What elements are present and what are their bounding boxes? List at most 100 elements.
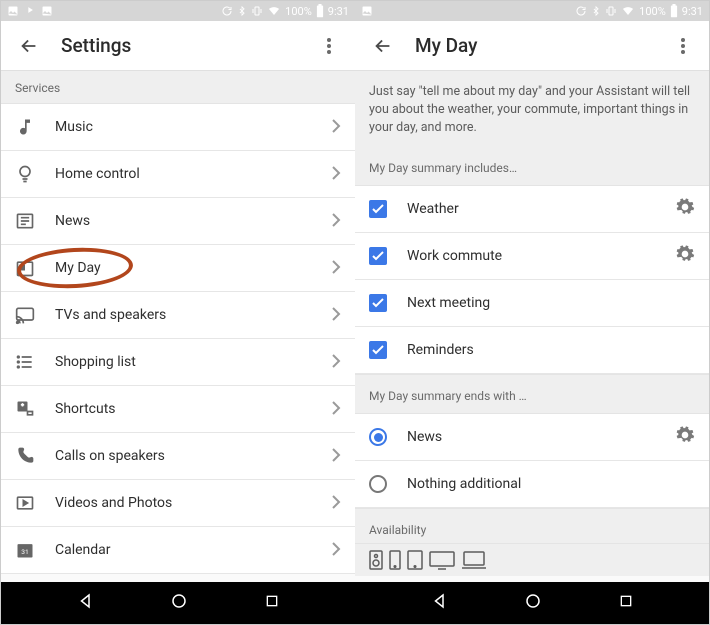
status-bar: 100% 9:31 <box>1 1 355 21</box>
today-icon <box>15 258 35 278</box>
check-reminders[interactable]: Reminders <box>355 327 709 374</box>
nav-back[interactable] <box>431 592 449 614</box>
shortcut-icon <box>15 399 35 419</box>
nav-bar <box>1 582 355 624</box>
row-calls-speakers[interactable]: Calls on speakers <box>1 433 355 480</box>
settings-gear[interactable] <box>675 425 695 449</box>
check-label: Weather <box>407 201 675 217</box>
back-button[interactable] <box>369 32 397 60</box>
row-label: Calls on speakers <box>55 448 331 464</box>
dots-vertical-icon <box>681 38 685 54</box>
battery-icon <box>670 4 678 18</box>
row-news[interactable]: News <box>1 198 355 245</box>
radio-label: Nothing additional <box>407 476 695 492</box>
calendar-icon: 31 <box>15 540 35 560</box>
phone-icon <box>15 446 35 466</box>
chevron-right-icon <box>331 354 341 368</box>
chevron-right-icon <box>331 401 341 415</box>
back-arrow-icon <box>372 35 394 57</box>
row-videos-photos[interactable]: Videos and Photos <box>1 480 355 527</box>
speaker-icon <box>369 550 383 570</box>
tablet-icon <box>407 550 423 570</box>
chevron-right-icon <box>331 307 341 321</box>
square-recent-icon <box>264 593 280 609</box>
list-icon <box>15 352 35 372</box>
check-next-meeting[interactable]: Next meeting <box>355 280 709 327</box>
vibrate-icon <box>605 5 617 17</box>
row-label: Shopping list <box>55 354 331 370</box>
row-tvs-speakers[interactable]: TVs and speakers <box>1 292 355 339</box>
wifi-icon <box>621 5 635 17</box>
nav-home[interactable] <box>170 592 188 614</box>
row-label: News <box>55 213 331 229</box>
nav-home[interactable] <box>524 592 542 614</box>
row-my-day[interactable]: My Day <box>1 245 355 292</box>
checkbox-icon[interactable] <box>369 294 387 312</box>
tv-icon <box>429 550 455 570</box>
row-label: TVs and speakers <box>55 307 331 323</box>
triangle-back-icon <box>431 592 449 610</box>
settings-gear[interactable] <box>675 197 695 221</box>
back-button[interactable] <box>15 32 43 60</box>
chevron-right-icon <box>331 166 341 180</box>
overflow-button[interactable] <box>671 34 695 58</box>
nav-recent[interactable] <box>264 593 280 613</box>
refresh-icon <box>221 5 233 17</box>
gear-icon <box>675 197 695 217</box>
radio-icon[interactable] <box>369 475 387 493</box>
chevron-right-icon <box>331 448 341 462</box>
gear-icon <box>675 244 695 264</box>
dots-vertical-icon <box>327 38 331 54</box>
row-music[interactable]: Music <box>1 104 355 151</box>
video-icon <box>15 493 35 513</box>
battery-icon <box>316 4 324 18</box>
news-icon <box>15 211 35 231</box>
settings-gear[interactable] <box>675 244 695 268</box>
gear-icon <box>675 425 695 445</box>
ends-header: My Day summary ends with … <box>355 374 709 414</box>
nav-bar <box>355 582 709 624</box>
checkbox-icon[interactable] <box>369 200 387 218</box>
row-label: Shortcuts <box>55 401 331 417</box>
chevron-right-icon <box>331 213 341 227</box>
play-icon <box>25 5 35 15</box>
section-header-services: Services <box>1 71 355 104</box>
battery-pct: 100% <box>639 5 666 18</box>
circle-home-icon <box>524 592 542 610</box>
vibrate-icon <box>251 5 263 17</box>
check-label: Work commute <box>407 248 675 264</box>
chevron-right-icon <box>331 542 341 556</box>
music-note-icon <box>15 117 35 137</box>
includes-header: My Day summary includes… <box>355 147 709 186</box>
page-title: Settings <box>61 34 317 57</box>
radio-nothing[interactable]: Nothing additional <box>355 461 709 508</box>
checkbox-icon[interactable] <box>369 341 387 359</box>
row-home-control[interactable]: Home control <box>1 151 355 198</box>
clock-time: 9:31 <box>682 5 703 18</box>
triangle-back-icon <box>77 592 95 610</box>
check-weather[interactable]: Weather <box>355 186 709 233</box>
radio-news[interactable]: News <box>355 414 709 461</box>
row-label: Music <box>55 119 331 135</box>
row-shortcuts[interactable]: Shortcuts <box>1 386 355 433</box>
intro-text: Just say "tell me about my day" and your… <box>355 71 709 147</box>
availability-devices <box>355 544 709 576</box>
bluetooth-icon <box>591 5 601 17</box>
laptop-icon <box>461 550 487 570</box>
checkbox-icon[interactable] <box>369 247 387 265</box>
overflow-button[interactable] <box>317 34 341 58</box>
nav-recent[interactable] <box>618 593 634 613</box>
image-icon <box>7 5 19 17</box>
row-label: Videos and Photos <box>55 495 331 511</box>
app-bar: My Day <box>355 21 709 71</box>
check-work-commute[interactable]: Work commute <box>355 233 709 280</box>
radio-icon[interactable] <box>369 428 387 446</box>
check-label: Next meeting <box>407 295 695 311</box>
radio-label: News <box>407 429 675 445</box>
wifi-icon <box>267 5 281 17</box>
nav-back[interactable] <box>77 592 95 614</box>
bluetooth-icon <box>237 5 247 17</box>
row-calendar[interactable]: 31 Calendar <box>1 527 355 574</box>
row-label: Calendar <box>55 542 331 558</box>
row-shopping-list[interactable]: Shopping list <box>1 339 355 386</box>
